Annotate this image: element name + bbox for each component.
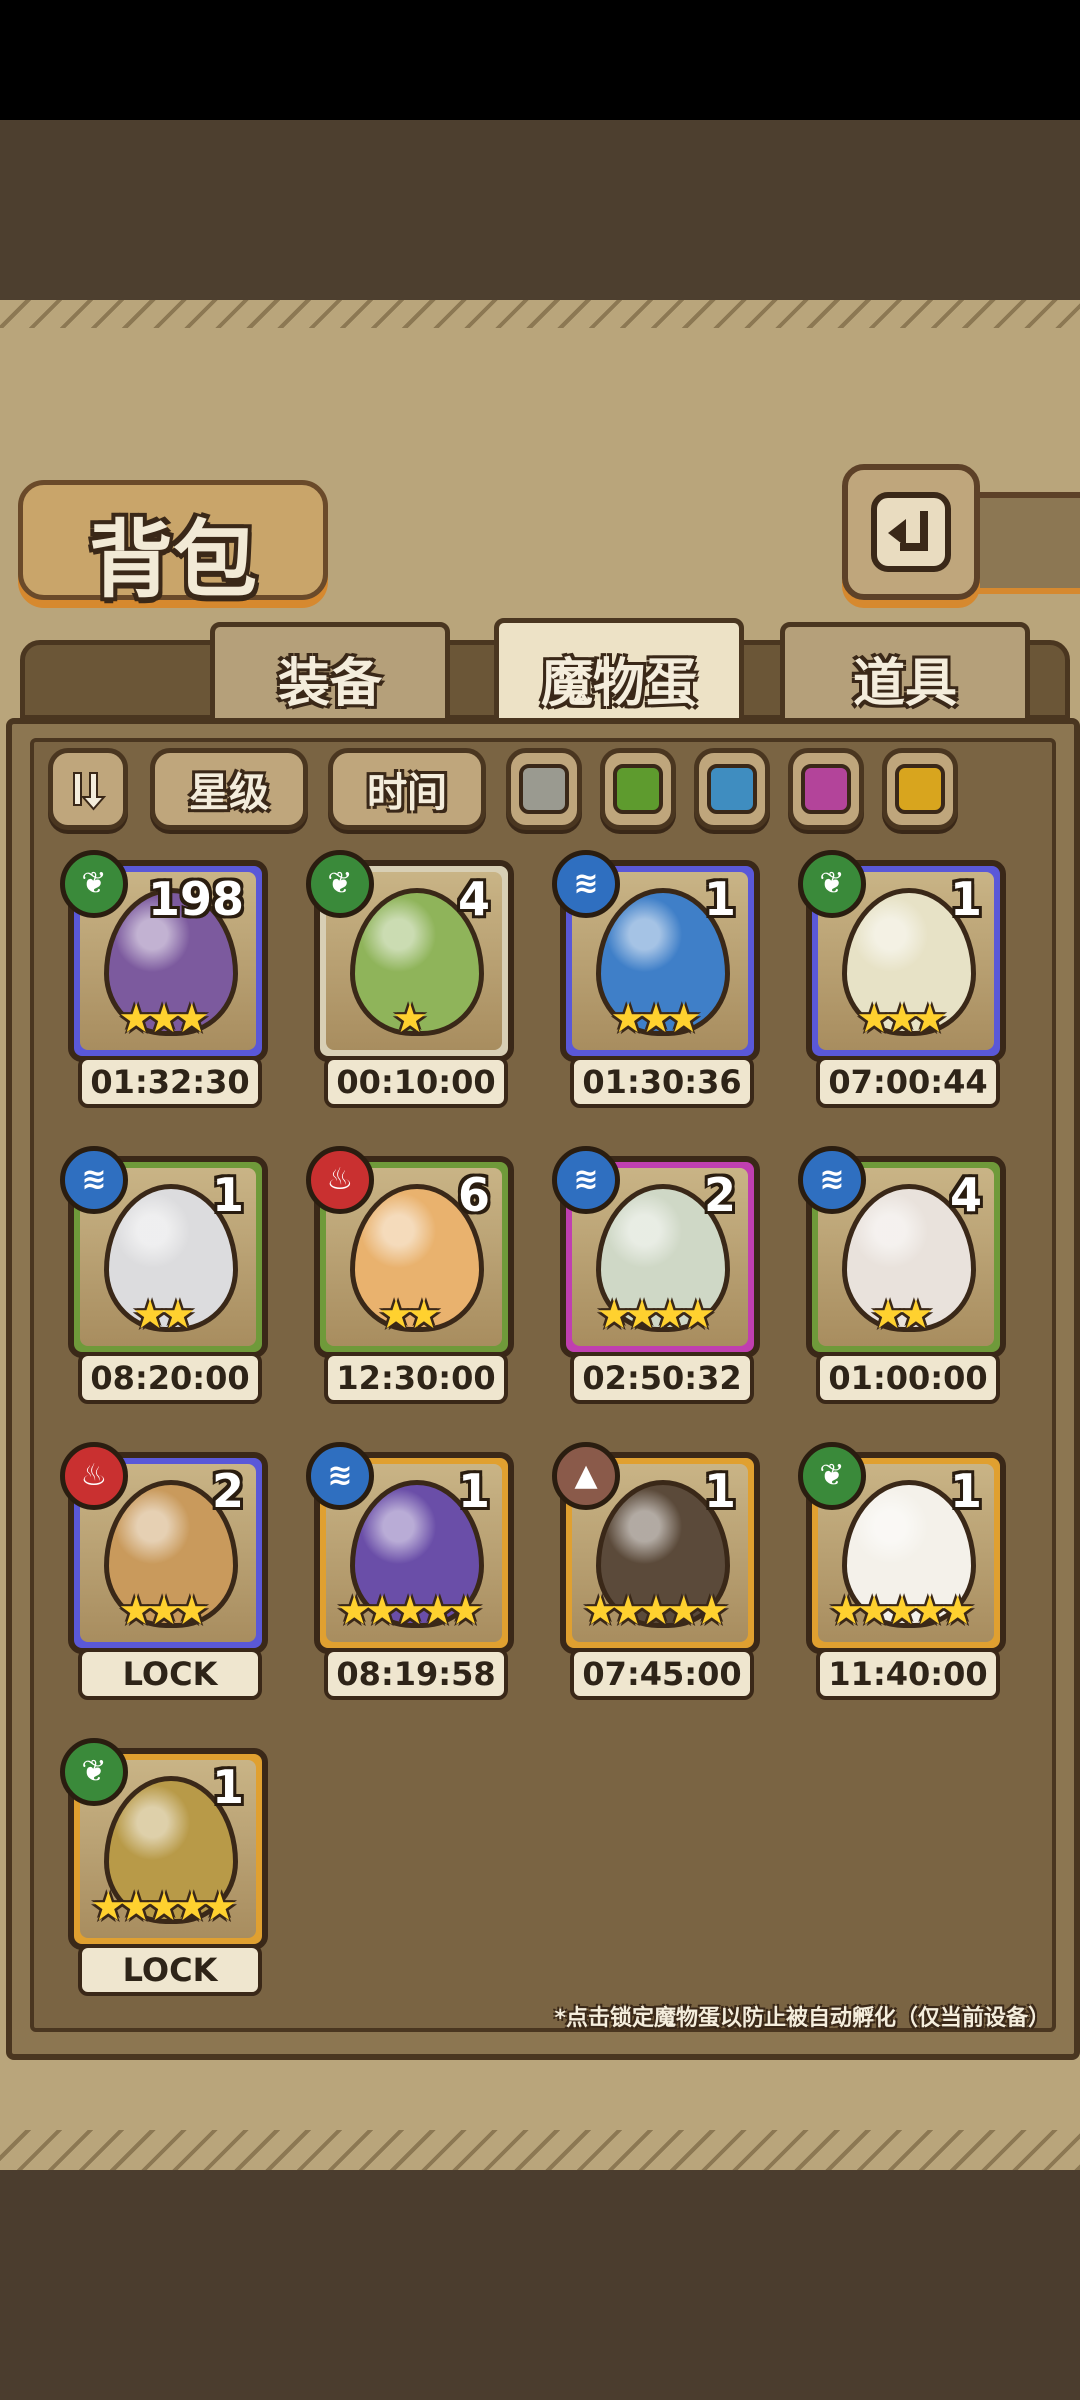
star-rating: ★★★★★ bbox=[90, 1884, 237, 1930]
filter-blue-swatch bbox=[707, 764, 757, 814]
egg-count: 2 bbox=[703, 1168, 736, 1222]
hatch-timer: LOCK bbox=[78, 1648, 262, 1700]
filter-green-button[interactable] bbox=[600, 748, 676, 830]
star-rating: ★★★ bbox=[610, 996, 702, 1042]
hatch-timer: 01:00:00 bbox=[816, 1352, 1000, 1404]
leaf-element-icon: ❦ bbox=[60, 850, 128, 918]
water-element-icon: ≋ bbox=[60, 1146, 128, 1214]
sort-toggle-button[interactable] bbox=[48, 748, 128, 830]
hatch-timer: 07:45:00 bbox=[570, 1648, 754, 1700]
egg-count: 1 bbox=[457, 1464, 490, 1518]
star-rating: ★★★★★ bbox=[828, 1588, 975, 1634]
sort-toggle-icon bbox=[73, 772, 107, 811]
star-rating: ★★ bbox=[870, 1292, 934, 1338]
back-button[interactable] bbox=[842, 464, 980, 600]
leaf-element-icon: ❦ bbox=[798, 1442, 866, 1510]
egg-count: 1 bbox=[703, 1464, 736, 1518]
egg-count: 2 bbox=[211, 1464, 244, 1518]
background-map-top bbox=[0, 120, 1080, 300]
hatch-timer: LOCK bbox=[78, 1944, 262, 1996]
star-rating: ★★★★ bbox=[596, 1292, 715, 1338]
earth-element-icon: ▲ bbox=[552, 1442, 620, 1510]
lock-hint-text: *点击锁定魔物蛋以防止被自动孵化（仅当前设备） bbox=[554, 2006, 1050, 2031]
hatch-timer: 07:00:44 bbox=[816, 1056, 1000, 1108]
back-arrow-icon bbox=[871, 492, 951, 572]
leaf-element-icon: ❦ bbox=[798, 850, 866, 918]
page-title: 背包 bbox=[88, 510, 257, 609]
tab-monster-eggs-label: 魔物蛋 bbox=[540, 652, 697, 714]
leaf-glyph: ❦ bbox=[819, 1458, 845, 1493]
hatch-timer: 08:20:00 bbox=[78, 1352, 262, 1404]
filter-gray-button[interactable] bbox=[506, 748, 582, 830]
sort-by-time-button[interactable]: 时间 bbox=[328, 748, 486, 830]
hatch-timer: 01:32:30 bbox=[78, 1056, 262, 1108]
hatch-timer: 12:30:00 bbox=[324, 1352, 508, 1404]
star-rating: ★★★ bbox=[118, 996, 210, 1042]
water-glyph: ≋ bbox=[573, 1162, 599, 1197]
leaf-glyph: ❦ bbox=[81, 866, 107, 901]
star-rating: ★★★ bbox=[118, 1588, 210, 1634]
tab-items-label: 道具 bbox=[852, 652, 957, 714]
hatch-timer: 01:30:36 bbox=[570, 1056, 754, 1108]
sort-by-stars-label: 星级 bbox=[189, 770, 269, 816]
fire-glyph: ♨ bbox=[326, 1162, 354, 1197]
leaf-element-icon: ❦ bbox=[306, 850, 374, 918]
leaf-glyph: ❦ bbox=[819, 866, 845, 901]
fire-glyph: ♨ bbox=[80, 1458, 108, 1493]
egg-count: 198 bbox=[147, 872, 244, 926]
fire-element-icon: ♨ bbox=[306, 1146, 374, 1214]
filter-gold-button[interactable] bbox=[882, 748, 958, 830]
hatch-timer: 00:10:00 bbox=[324, 1056, 508, 1108]
title-plate: 背包 bbox=[18, 480, 328, 609]
filter-green-swatch bbox=[613, 764, 663, 814]
earth-glyph: ▲ bbox=[574, 1458, 598, 1493]
egg-count: 1 bbox=[949, 872, 982, 926]
egg-count: 1 bbox=[949, 1464, 982, 1518]
water-element-icon: ≋ bbox=[552, 1146, 620, 1214]
filter-gold-swatch bbox=[895, 764, 945, 814]
star-rating: ★★★★★ bbox=[582, 1588, 729, 1634]
background-map-bottom bbox=[0, 2170, 1080, 2400]
sort-by-time-label: 时间 bbox=[367, 770, 447, 816]
filter-purple-button[interactable] bbox=[788, 748, 864, 830]
water-glyph: ≋ bbox=[573, 866, 599, 901]
egg-count: 1 bbox=[211, 1168, 244, 1222]
fire-element-icon: ♨ bbox=[60, 1442, 128, 1510]
water-glyph: ≋ bbox=[327, 1458, 353, 1493]
leaf-element-icon: ❦ bbox=[60, 1738, 128, 1806]
egg-count: 1 bbox=[211, 1760, 244, 1814]
egg-count: 6 bbox=[457, 1168, 490, 1222]
hatch-timer: 02:50:32 bbox=[570, 1352, 754, 1404]
leaf-glyph: ❦ bbox=[327, 866, 353, 901]
star-rating: ★★ bbox=[378, 1292, 442, 1338]
star-rating: ★★ bbox=[132, 1292, 196, 1338]
star-rating: ★★★★★ bbox=[336, 1588, 483, 1634]
water-glyph: ≋ bbox=[81, 1162, 107, 1197]
filter-gray-swatch bbox=[519, 764, 569, 814]
water-element-icon: ≋ bbox=[306, 1442, 374, 1510]
water-element-icon: ≋ bbox=[552, 850, 620, 918]
filter-blue-button[interactable] bbox=[694, 748, 770, 830]
filter-purple-swatch bbox=[801, 764, 851, 814]
egg-count: 4 bbox=[457, 872, 490, 926]
star-rating: ★ bbox=[392, 996, 428, 1042]
hatch-timer: 08:19:58 bbox=[324, 1648, 508, 1700]
tab-equipment-label: 装备 bbox=[277, 652, 382, 714]
hatch-timer: 11:40:00 bbox=[816, 1648, 1000, 1700]
leaf-glyph: ❦ bbox=[81, 1754, 107, 1789]
water-glyph: ≋ bbox=[819, 1162, 845, 1197]
egg-count: 4 bbox=[949, 1168, 982, 1222]
star-rating: ★★★ bbox=[856, 996, 948, 1042]
sort-by-stars-button[interactable]: 星级 bbox=[150, 748, 308, 830]
water-element-icon: ≋ bbox=[798, 1146, 866, 1214]
status-bar bbox=[0, 0, 1080, 120]
egg-count: 1 bbox=[703, 872, 736, 926]
